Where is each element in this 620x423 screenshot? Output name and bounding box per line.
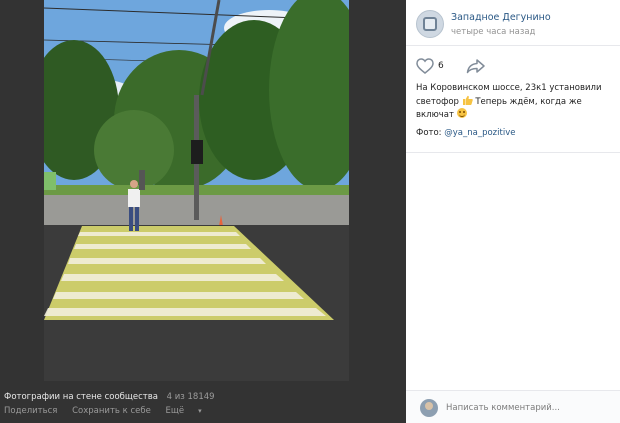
like-count: 6 bbox=[438, 61, 444, 71]
comment-bar bbox=[406, 390, 620, 423]
user-avatar bbox=[420, 399, 438, 417]
photo-footer: Фотографии на стене сообщества 4 из 1814… bbox=[0, 384, 406, 423]
divider bbox=[406, 152, 620, 153]
thumbs-up-emoji-icon bbox=[462, 95, 473, 105]
share-button[interactable] bbox=[466, 58, 488, 76]
photo-actions: Поделиться Сохранить к себе Ещё ▾ bbox=[4, 406, 226, 416]
album-title[interactable]: Фотографии на стене сообщества bbox=[4, 392, 158, 402]
photo-counter: 4 из 18149 bbox=[166, 392, 215, 402]
save-to-self-link[interactable]: Сохранить к себе bbox=[72, 406, 151, 416]
like-button[interactable] bbox=[416, 58, 436, 76]
community-name[interactable]: Западное Дегунино bbox=[451, 12, 551, 23]
post-owner: Западное Дегунино четыре часа назад bbox=[406, 0, 620, 46]
photo-image bbox=[44, 0, 349, 381]
credit-label: Фото: bbox=[416, 128, 442, 138]
community-avatar[interactable] bbox=[416, 10, 444, 38]
photo-viewer: Фотографии на стене сообщества 4 из 1814… bbox=[0, 0, 406, 423]
community-logo-icon bbox=[423, 17, 437, 31]
heart-icon bbox=[416, 58, 434, 74]
chevron-down-icon: ▾ bbox=[198, 407, 202, 415]
more-link[interactable]: Ещё ▾ bbox=[166, 406, 214, 416]
post-text: На Коровинском шоссе, 23к1 установили св… bbox=[416, 82, 614, 122]
album-line: Фотографии на стене сообщества 4 из 1814… bbox=[4, 392, 215, 402]
post-time[interactable]: четыре часа назад bbox=[451, 27, 535, 37]
smile-emoji-icon bbox=[456, 108, 467, 118]
photo-credit: Фото: @ya_na_pozitive bbox=[416, 128, 515, 138]
info-panel: Западное Дегунино четыре часа назад 6 На… bbox=[406, 0, 620, 423]
credit-link[interactable]: @ya_na_pozitive bbox=[444, 128, 515, 138]
more-label: Ещё bbox=[165, 406, 185, 416]
photo[interactable] bbox=[44, 0, 349, 381]
share-link[interactable]: Поделиться bbox=[4, 406, 57, 416]
share-arrow-icon bbox=[466, 59, 485, 74]
comment-input[interactable] bbox=[446, 400, 611, 416]
